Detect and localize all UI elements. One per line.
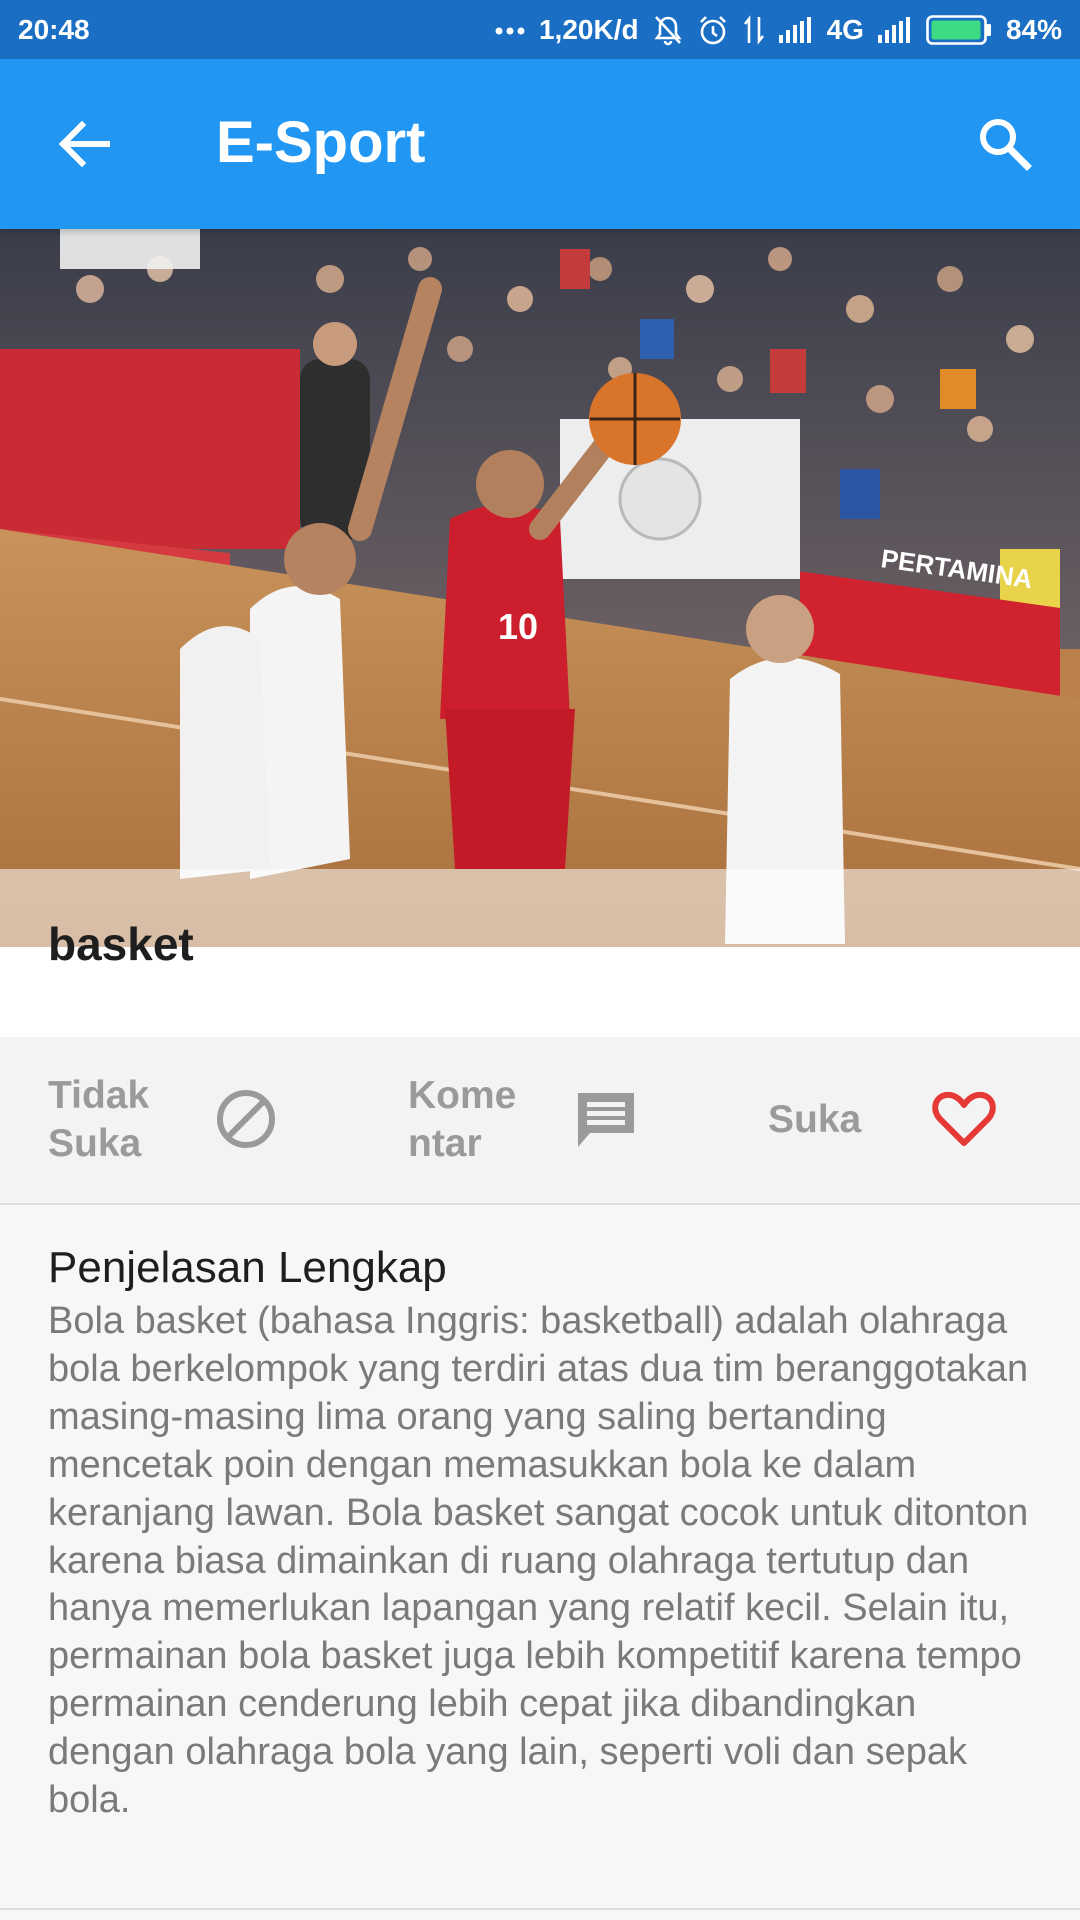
comment-icon xyxy=(574,1089,638,1151)
battery-icon xyxy=(926,14,992,45)
mute-icon xyxy=(653,14,683,46)
basketball-photo: PERTAMINA 10 xyxy=(0,229,1080,947)
network-type: 4G xyxy=(826,13,864,45)
heart-icon xyxy=(932,1089,996,1149)
alarm-icon xyxy=(697,14,729,46)
description-heading: Penjelasan Lengkap xyxy=(48,1243,447,1292)
dislike-label: Tidak Suka xyxy=(48,1074,150,1165)
description-body: Bola basket (bahasa Inggris: basketball)… xyxy=(48,1300,1029,1822)
svg-text:10: 10 xyxy=(498,606,538,647)
status-time: 20:48 xyxy=(18,13,90,45)
like-button[interactable]: Suka xyxy=(768,1037,1028,1203)
data-icon xyxy=(743,14,765,45)
back-button[interactable] xyxy=(44,111,124,177)
dislike-button[interactable]: Tidak Suka xyxy=(48,1037,348,1203)
divider xyxy=(0,1908,1080,1910)
network-speed: 1,20K/d xyxy=(538,13,639,45)
battery-level: 84% xyxy=(1005,13,1062,45)
search-icon xyxy=(980,119,1032,171)
app-bar: E-Sport xyxy=(0,59,1080,229)
comment-button[interactable]: Kome ntar xyxy=(408,1037,708,1203)
page-title: E-Sport xyxy=(216,110,426,175)
block-icon xyxy=(214,1087,278,1151)
comment-label: Kome ntar xyxy=(408,1074,517,1165)
signal-2-icon xyxy=(877,16,912,43)
like-label: Suka xyxy=(768,1098,862,1141)
signal-icon xyxy=(778,16,813,43)
item-title: basket xyxy=(48,918,194,970)
status-bar: 20:48 1,20K/d 4G 84% xyxy=(0,0,1080,59)
search-button[interactable] xyxy=(964,107,1044,179)
arrow-back-icon xyxy=(58,120,110,168)
dots-icon xyxy=(495,25,525,35)
action-row: Tidak Suka Kome ntar Suka xyxy=(0,1037,1080,1205)
status-icons: 1,20K/d 4G 84% xyxy=(495,14,1062,46)
